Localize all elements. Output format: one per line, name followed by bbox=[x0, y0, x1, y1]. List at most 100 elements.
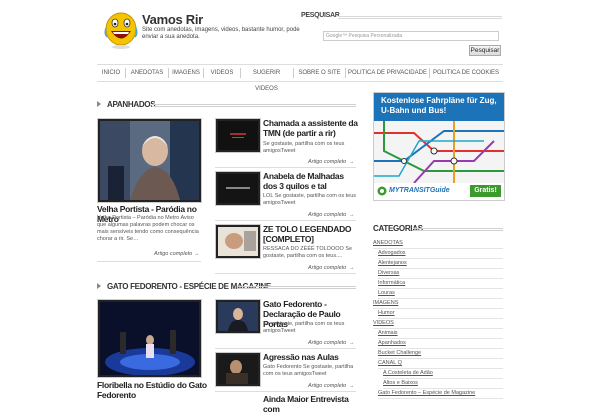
post-excerpt: Se gostaste, partilha com os teus amigos… bbox=[263, 141, 345, 154]
nav-item-videos[interactable]: VIDEOS bbox=[204, 65, 240, 81]
divider bbox=[383, 388, 503, 389]
read-more-link[interactable]: Artigo completo bbox=[308, 340, 346, 346]
video-still-image bbox=[218, 355, 258, 384]
featured-thumbnail[interactable] bbox=[97, 118, 202, 203]
post-thumbnail[interactable] bbox=[215, 352, 261, 387]
post-title[interactable]: Chamada a assistente da TMN (de partir a… bbox=[263, 118, 359, 138]
post-excerpt: Se gostaste, partilha com os teus amigos… bbox=[263, 321, 345, 334]
post-thumbnail[interactable] bbox=[215, 118, 261, 153]
nav-item-imagens[interactable]: IMAGENS bbox=[169, 65, 203, 81]
category-link[interactable]: Bucket Challenge bbox=[378, 350, 421, 356]
read-more-link[interactable]: Artigo completo bbox=[308, 383, 346, 389]
divider bbox=[215, 220, 356, 221]
section-title[interactable]: APANHADOS bbox=[107, 100, 156, 109]
search-input[interactable]: Google™ Pesquisa Personalizada bbox=[323, 31, 499, 41]
divider bbox=[378, 298, 503, 299]
divider bbox=[378, 288, 503, 289]
post-excerpt: LOL Se gostaste, partilha com os teus am… bbox=[263, 193, 357, 206]
divider bbox=[373, 308, 503, 309]
category-link[interactable]: Apanhados bbox=[378, 340, 406, 346]
search-button[interactable]: Pesquisar bbox=[469, 45, 501, 56]
divider bbox=[215, 167, 356, 168]
transit-map-image bbox=[374, 121, 504, 183]
divider bbox=[97, 261, 201, 262]
nav-item-anedotas[interactable]: ANEDOTAS bbox=[126, 65, 168, 81]
video-still-image bbox=[100, 302, 199, 375]
section-heading-apanhados: APANHADOS bbox=[97, 100, 356, 110]
ad-cta-button[interactable]: Gratis! bbox=[470, 185, 501, 197]
divider bbox=[378, 258, 503, 259]
laughing-smiley-logo[interactable] bbox=[103, 10, 139, 50]
arrow-icon: → bbox=[349, 265, 355, 271]
post-excerpt: RESSACA DO ZÉÉÉ TOLOOOO Se gostaste, par… bbox=[263, 246, 353, 259]
divider bbox=[373, 328, 503, 329]
video-still-image bbox=[100, 121, 199, 200]
heading-rule bbox=[237, 285, 356, 289]
category-link[interactable]: A Costeleta de Adão bbox=[383, 370, 433, 376]
category-link[interactable]: Animais bbox=[378, 330, 398, 336]
video-still-image bbox=[218, 174, 258, 203]
category-link[interactable]: Diversas bbox=[378, 270, 399, 276]
triangle-icon bbox=[97, 101, 101, 107]
video-still-image bbox=[218, 121, 258, 150]
arrow-icon: → bbox=[194, 251, 200, 257]
nav-item-inicio[interactable]: INICIO bbox=[97, 65, 125, 81]
nav-item-politica-privacidade[interactable]: POLITICA DE PRIVACIDADE bbox=[346, 65, 429, 81]
ad-banner[interactable]: Kostenlose Fahrpläne für Zug, U-Bahn und… bbox=[373, 92, 505, 201]
post-title[interactable]: Ainda Maior Entrevista com bbox=[263, 394, 359, 414]
arrow-icon: → bbox=[349, 340, 355, 346]
read-more-link[interactable]: Artigo completo bbox=[154, 251, 192, 257]
heading-rule bbox=[152, 103, 356, 107]
read-more-link[interactable]: Artigo completo bbox=[308, 159, 346, 165]
section-heading-gato-fedorento: GATO FEDORENTO - ESPÉCIE DE MAGAZINE bbox=[97, 282, 356, 292]
main-navigation: INICIO ANEDOTAS IMAGENS VIDEOS SUGERIR V… bbox=[97, 64, 503, 92]
read-more-link[interactable]: Artigo completo bbox=[308, 212, 346, 218]
triangle-icon bbox=[97, 283, 101, 289]
post-title[interactable]: ZE TOLO LEGENDADO [COMPLETO] bbox=[263, 224, 359, 244]
post-thumbnail[interactable] bbox=[215, 299, 261, 334]
site-description: Site com anedotas, imagens, videos, bast… bbox=[142, 27, 300, 40]
divider bbox=[215, 348, 356, 349]
read-more-link[interactable]: Artigo completo bbox=[308, 265, 346, 271]
featured-post-title[interactable]: Floribella no Estúdio do Gato Fedorento bbox=[97, 380, 207, 400]
search-heading: PESQUISAR bbox=[301, 12, 340, 19]
nav-item-politica-cookies[interactable]: POLITICA DE COOKIES bbox=[430, 65, 502, 81]
divider bbox=[215, 391, 356, 392]
divider bbox=[378, 358, 503, 359]
category-link[interactable]: VIDEOS bbox=[373, 320, 394, 326]
video-still-image bbox=[218, 227, 258, 256]
site-title[interactable]: Vamos Rir bbox=[142, 12, 203, 27]
heading-rule bbox=[338, 16, 502, 19]
featured-thumbnail[interactable] bbox=[97, 299, 202, 378]
category-link[interactable]: Altos e Baixos bbox=[383, 380, 418, 386]
divider bbox=[378, 338, 503, 339]
category-link[interactable]: Louras bbox=[378, 290, 395, 296]
divider bbox=[378, 368, 503, 369]
nav-item-sobre-o-site[interactable]: SOBRE O SITE bbox=[294, 65, 345, 81]
post-title[interactable]: Anabela de Malhadas dos 3 quilos e tal bbox=[263, 171, 359, 191]
nav-item-sugerir-videos[interactable]: SUGERIR VIDEOS bbox=[241, 65, 292, 92]
divider bbox=[373, 248, 503, 249]
category-link[interactable]: Alentejanos bbox=[378, 260, 407, 266]
ad-headline[interactable]: Kostenlose Fahrpläne für Zug, U-Bahn und… bbox=[374, 93, 504, 121]
ad-brand: MYTRANSITGuide bbox=[389, 187, 450, 194]
category-link[interactable]: Advogados bbox=[378, 250, 406, 256]
arrow-icon: → bbox=[349, 383, 355, 389]
category-link[interactable]: CANAL Q bbox=[378, 360, 402, 366]
ad-footer: MYTRANSITGuide Gratis! bbox=[374, 183, 504, 200]
arrow-icon: → bbox=[349, 212, 355, 218]
post-thumbnail[interactable] bbox=[215, 224, 261, 259]
divider bbox=[378, 278, 503, 279]
category-link[interactable]: IMAGENS bbox=[373, 300, 398, 306]
divider bbox=[383, 378, 503, 379]
post-title[interactable]: Agressão nas Aulas bbox=[263, 352, 359, 362]
site-header: Vamos Rir Site com anedotas, imagens, vi… bbox=[0, 0, 600, 62]
category-link[interactable]: Gato Fedorento – Espécie de Magazine bbox=[378, 390, 475, 396]
categories-heading: CATEGORIAS bbox=[373, 224, 503, 234]
post-excerpt: Gato Fedorento Se gostaste, partilha com… bbox=[263, 364, 354, 377]
category-link[interactable]: ANEDOTAS bbox=[373, 240, 403, 246]
divider bbox=[378, 398, 503, 399]
category-link[interactable]: Humor bbox=[378, 310, 395, 316]
category-link[interactable]: Informática bbox=[378, 280, 405, 286]
post-thumbnail[interactable] bbox=[215, 171, 261, 206]
